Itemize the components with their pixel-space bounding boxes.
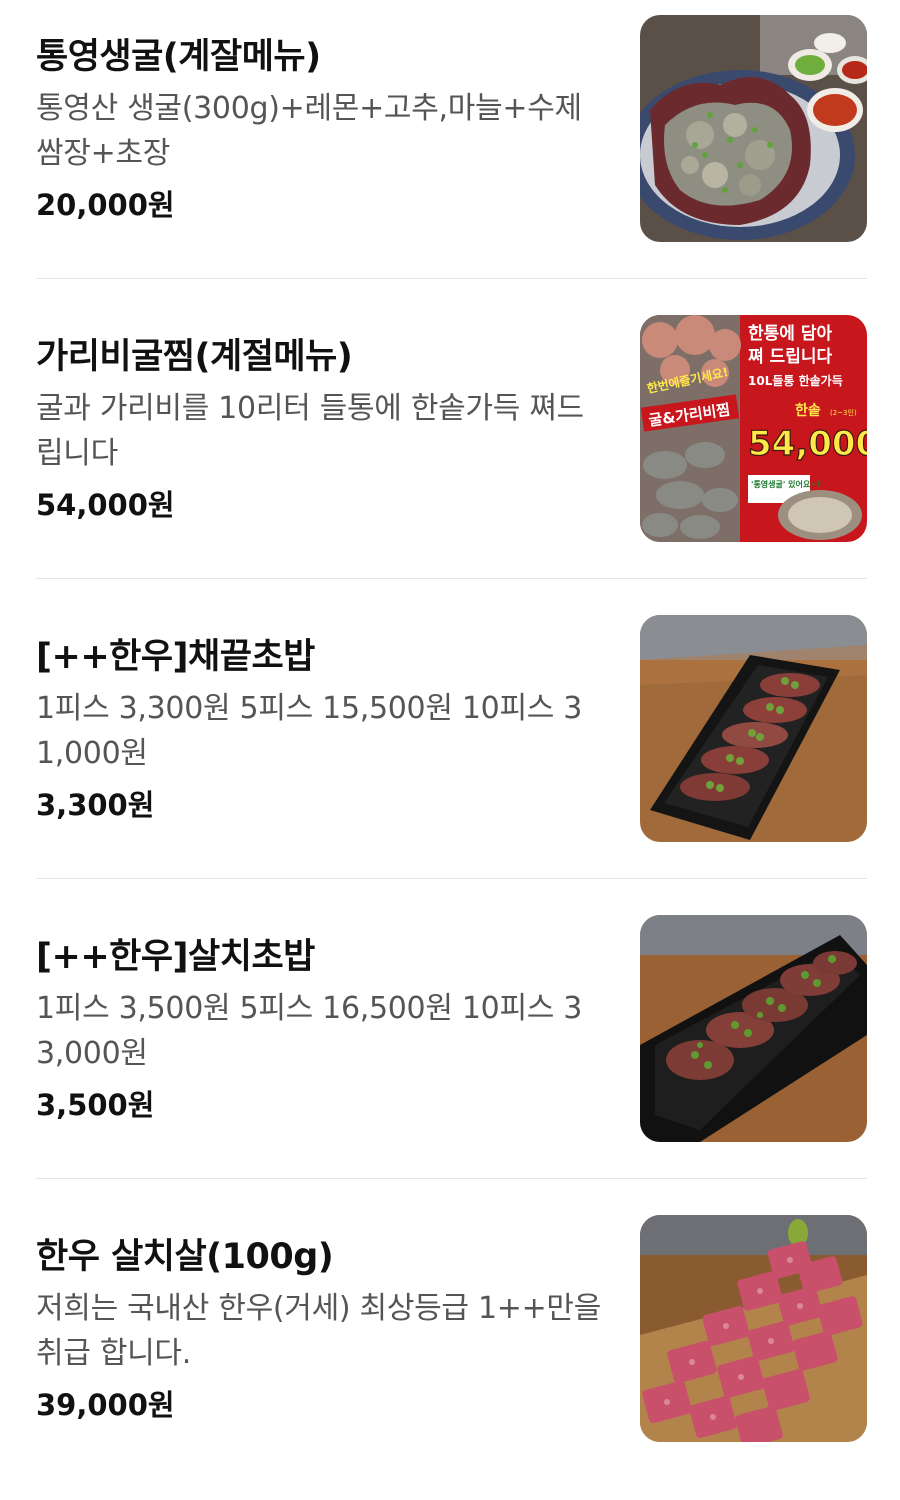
- poster-line1: 한통에 담아: [748, 324, 832, 344]
- poster-big-price: 54,000: [748, 424, 867, 464]
- poster-line3: 10L들통 한솥가득: [748, 373, 843, 388]
- menu-item-description: 1피스 3,500원 5피스 16,500원 10피스 33,000원: [36, 991, 583, 1071]
- divider: [36, 578, 867, 579]
- menu-item-price: 3,300원: [36, 788, 155, 822]
- steamed-oyster-scallop-poster: 한번에즐기세요! 굴&가리비찜 한통에 담아 쪄 드립니다 10L들통 한솥가득…: [640, 315, 867, 542]
- menu-item-price: 54,000원: [36, 488, 175, 522]
- poster-note: '통영생굴' 있어요~!: [751, 479, 821, 489]
- menu-item-name: 통영생굴(계잘메뉴): [36, 37, 321, 77]
- menu-item-price: 39,000원: [36, 1388, 175, 1422]
- menu-item-description: 굴과 가리비를 10리터 들통에 한솥가득 쪄드립니다: [36, 391, 584, 471]
- menu-item-image[interactable]: [640, 615, 867, 842]
- menu-item-image[interactable]: [640, 1215, 867, 1442]
- divider: [36, 1178, 867, 1179]
- menu-item[interactable]: 가리비굴찜(계절메뉴) 굴과 가리비를 10리터 들통에 한솥가득 쪄드립니다 …: [0, 300, 900, 600]
- poster-line2: 쪄 드립니다: [748, 347, 832, 367]
- poster-label: 한솥: [795, 403, 821, 419]
- menu-item[interactable]: [++한우]채끝초밥 1피스 3,300원 5피스 15,500원 10피스 3…: [0, 600, 900, 900]
- menu-item-description: 저희는 국내산 한우(거세) 최상등급 1++만을 취급 합니다.: [36, 1291, 602, 1371]
- menu-item-price: 3,500원: [36, 1088, 155, 1122]
- oyster-platter-photo: [640, 15, 867, 242]
- hanwoo-striploin-sushi-photo: [640, 615, 867, 842]
- poster-sub: (2~3인): [830, 408, 857, 417]
- menu-item-name: [++한우]살치초밥: [36, 937, 315, 977]
- menu-item-description: 1피스 3,300원 5피스 15,500원 10피스 31,000원: [36, 691, 583, 771]
- menu-item-description: 통영산 생굴(300g)+레몬+고추,마늘+수제쌈장+초장: [36, 91, 582, 171]
- menu-item-price: 20,000원: [36, 188, 175, 222]
- menu-item-name: 가리비굴찜(계절메뉴): [36, 337, 353, 377]
- menu-item[interactable]: 한우 살치살(100g) 저희는 국내산 한우(거세) 최상등급 1++만을 취…: [0, 1200, 900, 1500]
- divider: [36, 878, 867, 879]
- hanwoo-chuck-flap-sushi-photo: [640, 915, 867, 1142]
- menu-item-image[interactable]: [640, 15, 867, 242]
- menu-item-name: [++한우]채끝초밥: [36, 637, 315, 677]
- hanwoo-raw-chuck-flap-photo: [640, 1215, 867, 1442]
- menu-item-image[interactable]: [640, 915, 867, 1142]
- menu-item-name: 한우 살치살(100g): [36, 1237, 334, 1277]
- menu-item[interactable]: 통영생굴(계잘메뉴) 통영산 생굴(300g)+레몬+고추,마늘+수제쌈장+초장…: [0, 0, 900, 300]
- menu-item[interactable]: [++한우]살치초밥 1피스 3,500원 5피스 16,500원 10피스 3…: [0, 900, 900, 1200]
- menu-item-image[interactable]: 한번에즐기세요! 굴&가리비찜 한통에 담아 쪄 드립니다 10L들통 한솥가득…: [640, 315, 867, 542]
- divider: [36, 278, 867, 279]
